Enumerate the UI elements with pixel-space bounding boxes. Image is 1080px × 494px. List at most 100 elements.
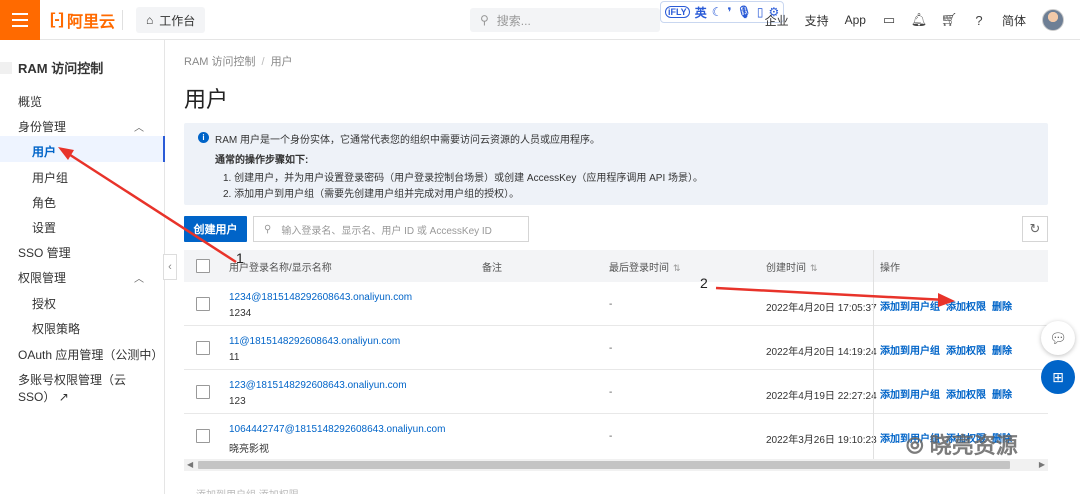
refresh-icon: ↻ [1029,221,1041,236]
ops-column-divider [873,250,874,460]
add-to-group-link[interactable]: 添加到用户组 [880,346,940,357]
terminal-icon[interactable]: ▭ [874,12,904,28]
cart-icon[interactable]: 🛒︎ [934,12,964,28]
column-header-last-login[interactable]: 最后登录时间 ⇅ [609,259,681,274]
sidebar-item-roles[interactable]: 角色 [32,194,56,211]
sidebar-item-grant[interactable]: 授权 [32,295,56,312]
global-search-placeholder: 搜索... [496,13,531,28]
sidebar-item-oauth[interactable]: OAuth 应用管理（公测中） [18,346,163,363]
user-login-name-link[interactable]: 1064442747@1815148292608643.onaliyun.com [229,424,445,435]
row-checkbox[interactable] [196,341,210,355]
last-login-time: - [609,387,613,398]
nav-enterprise[interactable]: 企业 [757,12,797,29]
sidebar-collapse-button[interactable]: ‹ [163,254,177,280]
scroll-right-icon[interactable]: ▶ [1039,460,1045,469]
aliyun-logo-text: 阿里云 [66,14,115,31]
refresh-button[interactable]: ↻ [1022,216,1048,242]
chevron-up-icon[interactable]: ︿ [134,119,144,134]
user-search-placeholder: 输入登录名、显示名、用户 ID 或 AccessKey ID [281,225,492,237]
wechat-icon: ⦾ [906,433,924,458]
sidebar-item-users[interactable]: 用户 [32,143,56,160]
scrollbar-thumb[interactable] [198,461,1010,469]
global-search-input[interactable]: ⚲ 搜索... [470,8,660,32]
nav-support[interactable]: 支持 [797,12,837,29]
create-user-button[interactable]: 创建用户 [184,216,247,242]
column-header-note: 备注 [482,263,502,274]
user-display-name: 123 [229,396,246,407]
table-row: 1234@1815148292608643.onaliyun.com 1234 … [184,282,1048,326]
breadcrumb-separator: / [261,56,265,68]
user-login-name-link[interactable]: 123@1815148292608643.onaliyun.com [229,380,407,391]
add-to-group-link[interactable]: 添加到用户组 [880,390,940,401]
avatar[interactable] [1042,9,1064,31]
sidebar-item-multi-account[interactable]: 多账号权限管理（云 SSO） ↗ [18,371,164,405]
delete-link[interactable]: 删除 [992,346,1012,357]
ifly-lang-button[interactable]: 英 [695,4,707,21]
moon-icon[interactable]: ☾ [712,5,723,19]
last-login-time: - [609,343,613,354]
row-checkbox[interactable] [196,297,210,311]
chevron-up-icon[interactable]: ︿ [134,270,144,285]
sort-icon[interactable]: ⇅ [810,263,818,273]
sidebar-group-identity[interactable]: 身份管理 [18,118,66,135]
delete-link[interactable]: 删除 [992,302,1012,313]
page-title: 用户 [184,87,229,112]
footer-batch-actions[interactable]: 添加到用户组 添加权限 [196,486,299,494]
column-header-name: 用户登录名称/显示名称 [229,263,332,274]
workbench-button[interactable]: ⌂ 工作台 [136,7,206,33]
breadcrumb: RAM 访问控制 / 用户 [184,53,293,69]
divider [122,10,123,30]
sidebar-item-sso[interactable]: SSO 管理 [18,244,71,261]
row-checkbox[interactable] [196,429,210,443]
aliyun-logo[interactable]: [-] 阿里云 [50,8,115,32]
horizontal-scrollbar[interactable]: ◀ ▶ [184,459,1048,471]
punctuation-icon[interactable]: ❜ [727,5,731,19]
add-to-group-link[interactable]: 添加到用户组 [880,302,940,313]
table-header: 用户登录名称/显示名称 备注 最后登录时间 ⇅ 创建时间 ⇅ 操作 [184,250,1048,282]
created-time: 2022年4月20日 14:19:24 [766,347,877,358]
add-permission-link[interactable]: 添加权限 [946,390,986,401]
row-checkbox[interactable] [196,385,210,399]
sidebar-item-policies[interactable]: 权限策略 [32,320,80,337]
delete-link[interactable]: 删除 [992,390,1012,401]
annotation-label-2: 2 [700,275,708,291]
top-right-nav: 企业 支持 App ▭ 🔔︎ 🛒︎ ? 简体 [757,0,1080,40]
ifly-badge: iFLY [665,6,690,18]
help-icon[interactable]: ? [964,13,994,28]
user-login-name-link[interactable]: 11@1815148292608643.onaliyun.com [229,336,400,347]
language-switch[interactable]: 简体 [994,12,1034,29]
notice-line-1: RAM 用户是一个身份实体，它通常代表您的组织中需要访问云资源的人员或应用程序。 [215,135,600,146]
column-header-ops: 操作 [880,263,900,274]
watermark-text: 晓亮资源 [929,433,1018,458]
breadcrumb-ram[interactable]: RAM 访问控制 [184,56,256,68]
column-header-created-label: 创建时间 [766,263,806,274]
sidebar-item-settings[interactable]: 设置 [32,219,56,236]
column-header-created[interactable]: 创建时间 ⇅ [766,259,818,274]
select-all-checkbox[interactable] [196,259,210,273]
bell-icon[interactable]: 🔔︎ [904,12,934,28]
row-actions: 添加到用户组 添加权限 删除 [880,342,1018,357]
breadcrumb-users: 用户 [270,56,293,68]
scroll-left-icon[interactable]: ◀ [187,460,193,469]
sidebar: RAM 访问控制 概览 身份管理 ︿ 用户 用户组 角色 设置 SSO 管理 权… [0,40,165,494]
nav-app[interactable]: App [837,13,874,27]
top-bar: [-] 阿里云 ⌂ 工作台 ⚲ 搜索... iFLY 英 ☾ ❜ 🎙 ▯ ⚙ 企… [0,0,1080,40]
sidebar-active-highlight [0,136,165,162]
sidebar-item-groups[interactable]: 用户组 [32,169,68,186]
chat-icon[interactable]: 💬︎ [1041,321,1075,355]
menu-icon[interactable] [0,0,40,40]
sort-icon[interactable]: ⇅ [673,263,681,273]
created-time: 2022年4月19日 22:27:24 [766,391,877,402]
row-actions: 添加到用户组 添加权限 删除 [880,386,1018,401]
user-login-name-link[interactable]: 1234@1815148292608643.onaliyun.com [229,292,412,303]
user-display-name: 1234 [229,308,252,319]
sidebar-title-marker [0,61,12,74]
user-search-input[interactable]: ⚲ 输入登录名、显示名、用户 ID 或 AccessKey ID [253,216,529,242]
apps-grid-icon[interactable]: ⊞ [1041,360,1075,394]
sidebar-group-permissions[interactable]: 权限管理 [18,269,66,286]
microphone-icon[interactable]: 🎙 [737,5,752,19]
sidebar-item-overview[interactable]: 概览 [18,93,42,110]
add-permission-link[interactable]: 添加权限 [946,346,986,357]
workbench-label: 工作台 [159,13,196,28]
add-permission-link[interactable]: 添加权限 [946,302,986,313]
